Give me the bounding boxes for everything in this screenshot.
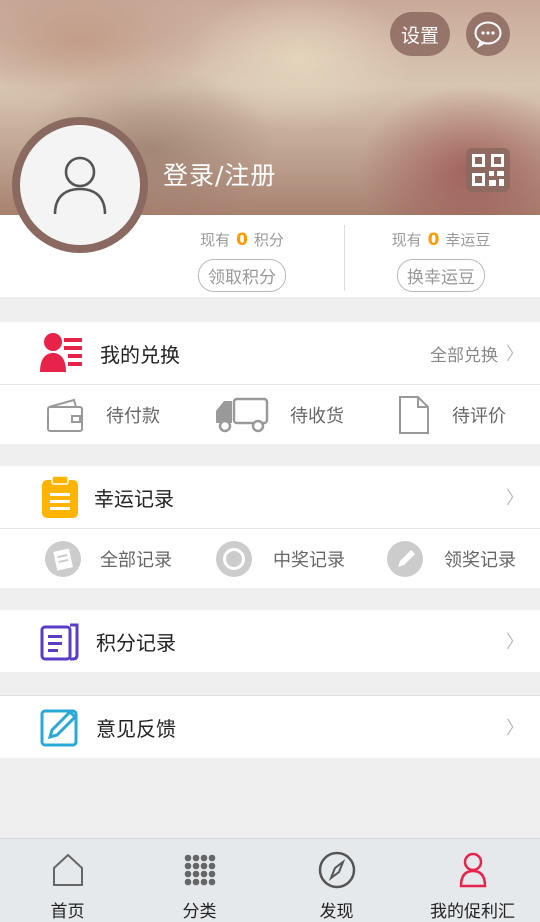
pending-review-label: 待评价 [452,406,506,427]
all-exchange-label: 全部兑换 [430,345,498,366]
pending-receipt-item[interactable]: 待收货 [214,385,344,445]
tab-home-label: 首页 [50,902,85,922]
points-stat: 现有 0 积分 领取积分 [147,215,337,292]
lucky-section: 幸运记录 〉 全部记录 中奖记录 领奖记录 [0,466,540,588]
qr-code-icon [472,154,504,186]
truck-icon [216,397,269,433]
beans-stat: 现有 0 幸运豆 换幸运豆 [346,215,536,292]
pending-receipt-label: 待收货 [290,406,344,427]
points-record-chevron: 〉 [498,628,524,654]
qr-code-button[interactable] [466,148,510,192]
points-record-icon [40,621,80,661]
tab-category[interactable]: 分类 [132,839,267,922]
exchange-header[interactable]: 我的兑换 全部兑换 〉 [0,322,540,384]
tab-discover-label: 发现 [319,902,354,922]
compass-icon [318,851,355,889]
exchange-beans-button[interactable]: 换幸运豆 [397,259,485,292]
points-line: 现有 0 积分 [147,229,337,250]
document-icon [399,396,429,434]
claim-records-label: 领奖记录 [444,550,516,571]
tab-profile-label: 我的促利汇 [430,902,515,922]
feedback-chevron: 〉 [498,714,524,740]
pending-payment-label: 待付款 [106,406,160,427]
chevron-right-icon: 〉 [506,718,524,739]
pen-check-icon [387,541,423,577]
points-prefix: 现有 [200,231,231,249]
points-value: 0 [236,230,248,250]
tab-profile[interactable]: 我的促利汇 [405,839,540,922]
chevron-right-icon: 〉 [506,344,524,365]
tab-discover[interactable]: 发现 [269,839,404,922]
login-register-link[interactable]: 登录/注册 [163,156,276,192]
clipboard-icon [42,476,78,518]
profile-page: { "header": { "settings_label": "设置", "l… [0,0,540,922]
winning-records-item[interactable]: 中奖记录 [215,529,345,589]
avatar-placeholder [20,125,140,245]
points-unit: 积分 [253,231,284,249]
feedback-section[interactable]: 意见反馈 〉 [0,695,540,758]
bottom-tab-bar: 首页 分类 发现 我的促利汇 [0,838,540,922]
tab-category-label: 分类 [182,902,217,922]
feedback-row[interactable]: 意见反馈 〉 [0,696,540,758]
record-list-icon [45,541,81,577]
user-icon [459,852,486,888]
points-record-row[interactable]: 积分记录 〉 [0,610,540,672]
winning-records-label: 中奖记录 [273,550,345,571]
all-records-item[interactable]: 全部记录 [44,529,172,589]
feedback-icon [40,707,80,747]
tab-home[interactable]: 首页 [0,839,135,922]
all-exchange-link[interactable]: 全部兑换 〉 [430,340,524,366]
home-icon [52,853,83,886]
claim-records-item[interactable]: 领奖记录 [386,529,516,589]
default-user-icon [53,156,107,215]
message-button[interactable] [466,12,510,56]
badge-icon [216,541,252,577]
chevron-right-icon: 〉 [506,488,524,509]
lucky-more-link[interactable]: 〉 [498,484,524,510]
exchange-title: 我的兑换 [100,342,180,367]
all-records-label: 全部记录 [100,550,172,571]
beans-line: 现有 0 幸运豆 [346,229,536,250]
beans-unit: 幸运豆 [445,231,491,249]
exchange-icon [40,332,84,374]
pending-review-item[interactable]: 待评价 [398,385,506,445]
feedback-title: 意见反馈 [96,716,176,741]
lucky-header[interactable]: 幸运记录 〉 [0,466,540,528]
wallet-icon [47,398,83,432]
lucky-title: 幸运记录 [94,486,174,511]
claim-points-button[interactable]: 领取积分 [198,259,286,292]
stats-divider [344,225,345,291]
exchange-status-row: 待付款 待收货 待评价 [0,384,540,444]
chevron-right-icon: 〉 [506,632,524,653]
settings-button[interactable]: 设置 [390,12,450,56]
avatar[interactable] [12,117,148,253]
chat-bubble-icon [474,21,502,48]
beans-prefix: 现有 [391,231,422,249]
points-record-title: 积分记录 [96,630,176,655]
exchange-section: 我的兑换 全部兑换 〉 待付款 待收货 待评价 [0,322,540,444]
lucky-record-row: 全部记录 中奖记录 领奖记录 [0,528,540,588]
grid-icon [184,854,215,886]
beans-value: 0 [427,230,440,250]
pending-payment-item[interactable]: 待付款 [46,385,160,445]
points-record-section[interactable]: 积分记录 〉 [0,610,540,672]
